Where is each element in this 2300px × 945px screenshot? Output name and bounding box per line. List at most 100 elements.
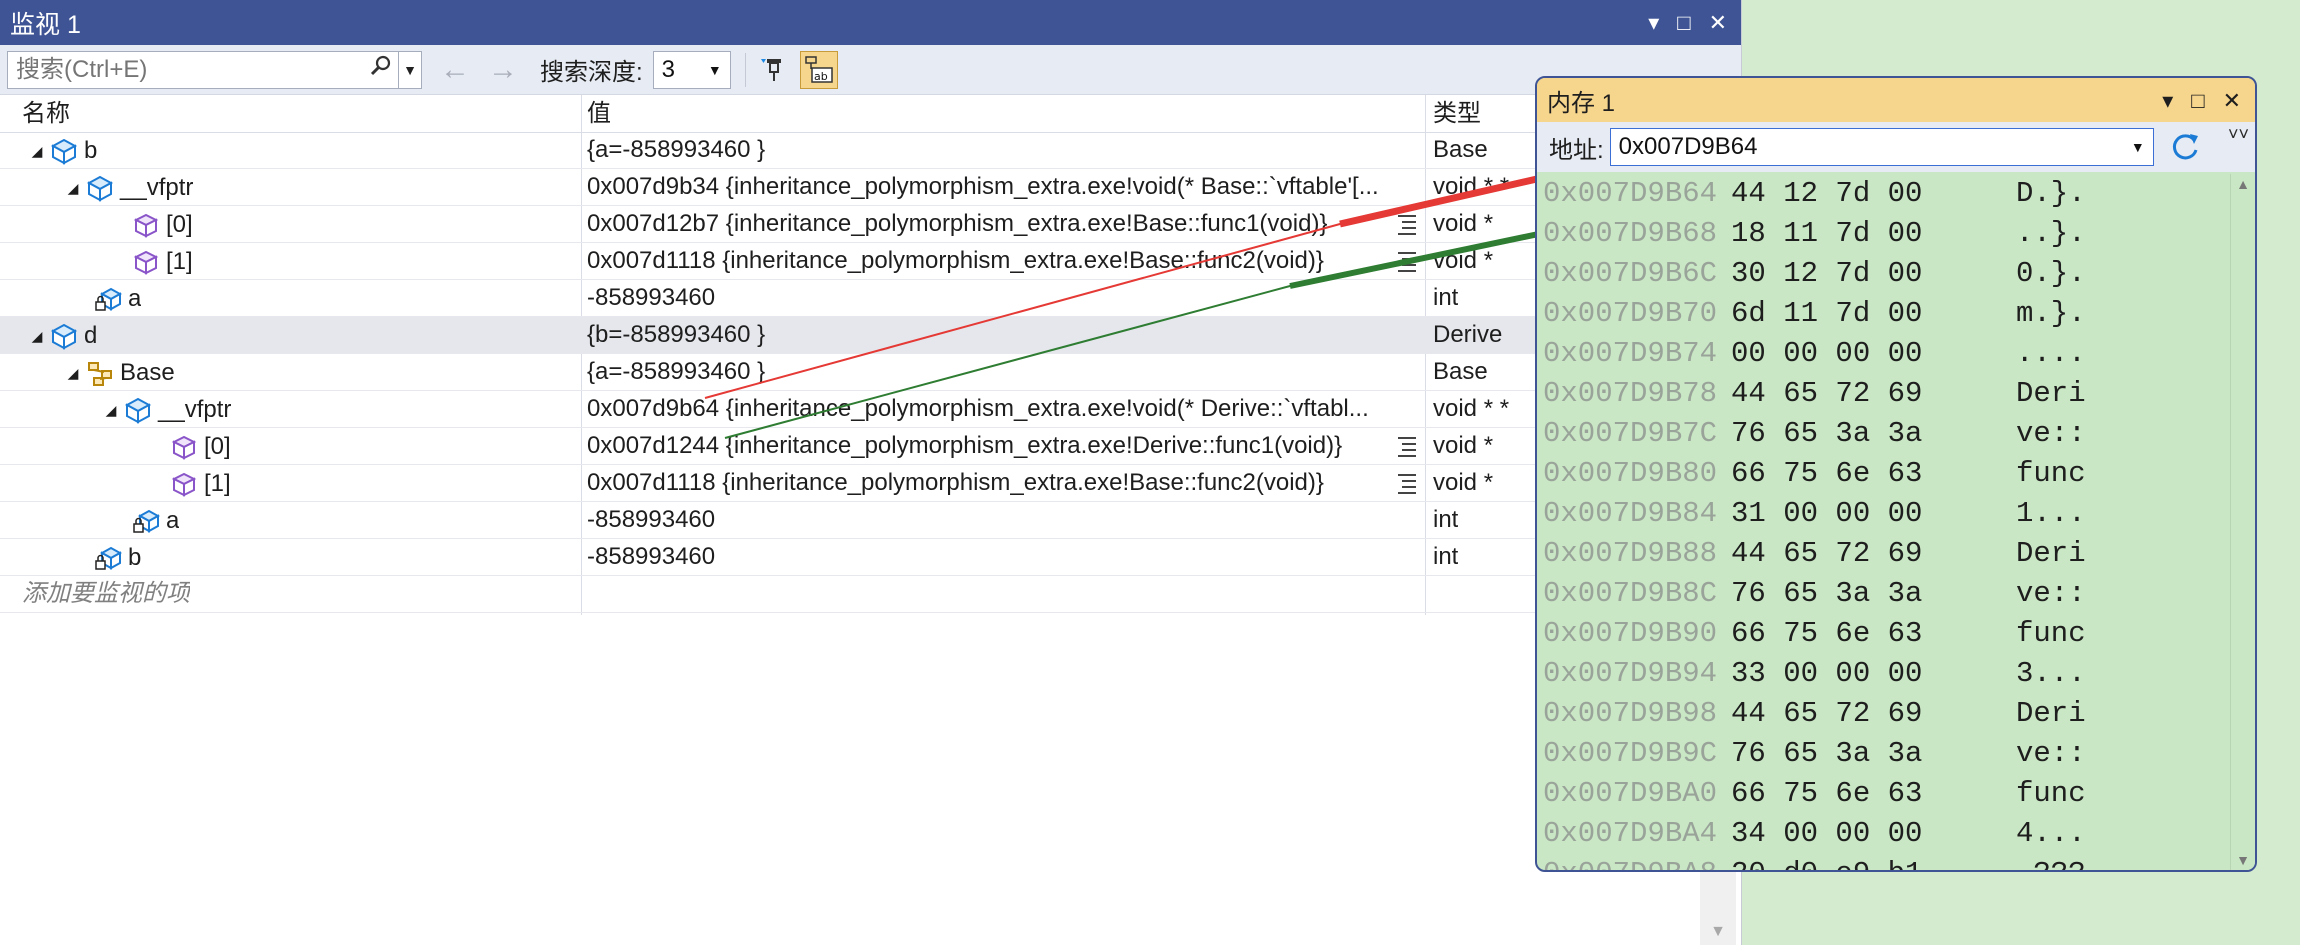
scroll-down-icon[interactable]: ▼ [2231, 852, 2255, 868]
table-row[interactable]: ◢ __vfptr 0x007d9b64 {inheritance_polymo… [0, 391, 1741, 428]
memory-hex-bytes[interactable]: 44 65 72 69 [1731, 374, 2016, 414]
memory-ascii: 3... [2016, 657, 2086, 690]
table-row[interactable]: ◢ b {a=-858993460 } Base [0, 132, 1741, 169]
row-value: -858993460 [587, 543, 716, 570]
table-row[interactable]: ◢ Base {a=-858993460 } Base [0, 354, 1741, 391]
column-header-name[interactable]: 名称 [22, 95, 70, 132]
memory-row[interactable]: 0x007D9B70 6d 11 7d 00 m.}. [1537, 294, 2227, 334]
dropdown-icon[interactable]: ▾ [1648, 11, 1659, 34]
element-icon [133, 250, 159, 275]
memory-row[interactable]: 0x007D9B8C 76 65 3a 3a ve:: [1537, 574, 2227, 614]
expanded-triangle-icon[interactable]: ◢ [66, 170, 80, 206]
depth-select[interactable]: 3 ▼ [652, 50, 731, 89]
memory-hex-bytes[interactable]: 66 75 6e 63 [1731, 614, 2016, 654]
memory-hex-bytes[interactable]: 18 11 7d 00 [1731, 214, 2016, 254]
back-arrow-icon[interactable]: ← [440, 53, 470, 87]
column-header-type[interactable]: 类型 [1433, 95, 1481, 132]
memory-row[interactable]: 0x007D9B74 00 00 00 00.... [1537, 334, 2227, 374]
memory-row[interactable]: 0x007D9B98 44 65 72 69 Deri [1537, 694, 2227, 734]
memory-row[interactable]: 0x007D9B78 44 65 72 69 Deri [1537, 374, 2227, 414]
memory-hex-bytes[interactable]: 76 65 3a 3a [1731, 574, 2016, 614]
search-icon[interactable] [364, 54, 398, 85]
memory-row[interactable]: 0x007D9BA4 34 00 00 00 4... [1537, 814, 2227, 854]
pin-button[interactable] [754, 51, 792, 89]
search-dropdown-icon[interactable]: ▼ [398, 51, 421, 88]
memory-hex-bytes[interactable]: 00 00 00 00 [1731, 334, 2016, 374]
memory-hex-bytes[interactable]: 66 75 6e 63 [1731, 774, 2016, 814]
table-row[interactable]: [1] 0x007d1118 {inheritance_polymorphism… [0, 243, 1741, 280]
table-row[interactable]: [0] 0x007d12b7 {inheritance_polymorphism… [0, 206, 1741, 243]
memory-titlebar[interactable]: 内存 1 ▾ □ ✕ [1537, 78, 2255, 122]
memory-row[interactable]: 0x007D9BA820 d0 e9 b1 ??? [1537, 854, 2227, 870]
table-row[interactable]: ◢ d {b=-858993460 } Derive [0, 317, 1741, 354]
memory-hex-bytes[interactable]: 66 75 6e 63 [1731, 454, 2016, 494]
memory-row[interactable]: 0x007D9B9C 76 65 3a 3a ve:: [1537, 734, 2227, 774]
table-row[interactable]: ◢ __vfptr 0x007d9b34 {inheritance_polymo… [0, 169, 1741, 206]
forward-arrow-icon[interactable]: → [488, 53, 518, 87]
memory-hex-bytes[interactable]: 20 d0 e9 b1 [1731, 854, 2016, 870]
memory-row[interactable]: 0x007D9B7C 76 65 3a 3a ve:: [1537, 414, 2227, 454]
memory-hex-bytes[interactable]: 31 00 00 00 [1731, 494, 2016, 534]
memory-address: 0x007D9BA4 [1543, 817, 1718, 850]
refresh-icon[interactable] [2168, 130, 2202, 164]
address-input[interactable]: 0x007D9B64 ▼ [1609, 128, 2154, 166]
scroll-down-icon[interactable]: ▼ [1700, 923, 1736, 941]
table-row[interactable]: b -858993460 int [0, 539, 1741, 576]
search-input[interactable] [8, 51, 364, 88]
visualizer-icon[interactable] [1392, 212, 1418, 236]
memory-hex-bytes[interactable]: 44 65 72 69 [1731, 534, 2016, 574]
chevron-down-icon[interactable]: ▼ [2131, 139, 2145, 155]
maximize-icon[interactable]: □ [1677, 11, 1690, 34]
memory-row[interactable]: 0x007D9B68 18 11 7d 00..}. [1537, 214, 2227, 254]
memory-row[interactable]: 0x007D9B64 44 12 7d 00 D.}. [1537, 174, 2227, 214]
memory-hex-bytes[interactable]: 44 12 7d 00 [1731, 174, 2016, 214]
table-row[interactable]: a -858993460 int [0, 502, 1741, 539]
expanded-triangle-icon[interactable]: ◢ [30, 133, 44, 169]
scroll-up-icon[interactable]: ▲ [2231, 176, 2255, 192]
memory-row[interactable]: 0x007D9B6C 30 12 7d 00 0.}. [1537, 254, 2227, 294]
maximize-icon[interactable]: □ [2191, 89, 2204, 112]
memory-scrollbar[interactable]: ▲ ▼ [2230, 174, 2255, 870]
memory-row[interactable]: 0x007D9B90 66 75 6e 63 func [1537, 614, 2227, 654]
close-icon[interactable]: ✕ [2223, 89, 2241, 112]
expanded-triangle-icon[interactable]: ◢ [104, 392, 118, 428]
add-watch-placeholder[interactable]: 添加要监视的项 [22, 576, 190, 613]
memory-hex-bytes[interactable]: 44 65 72 69 [1731, 694, 2016, 734]
chevron-down-icon: ▼ [707, 61, 722, 78]
memory-row[interactable]: 0x007D9B88 44 65 72 69 Deri [1537, 534, 2227, 574]
memory-hex-bytes[interactable]: 76 65 3a 3a [1731, 734, 2016, 774]
table-row[interactable]: [0] 0x007d1244 {inheritance_polymorphism… [0, 428, 1741, 465]
column-header-value[interactable]: 值 [587, 95, 611, 132]
search-box: ▼ [7, 50, 422, 89]
hex-display-button[interactable]: ab [799, 50, 838, 89]
toolbar-divider [744, 52, 746, 87]
dropdown-icon[interactable]: ▾ [2162, 89, 2173, 112]
memory-hex-bytes[interactable]: 33 00 00 00 [1731, 654, 2016, 694]
close-icon[interactable]: ✕ [1709, 11, 1727, 34]
memory-hex-bytes[interactable]: 76 65 3a 3a [1731, 414, 2016, 454]
visualizer-icon[interactable] [1392, 434, 1418, 458]
memory-ascii: m.}. [2016, 297, 2086, 330]
watch-title: 监视 1 [10, 10, 81, 39]
row-name: b [84, 136, 98, 164]
visualizer-icon[interactable] [1392, 471, 1418, 495]
overflow-icon[interactable]: ˅˅ [2228, 124, 2249, 145]
watch-titlebar[interactable]: 监视 1 ▾ □ ✕ [0, 0, 1741, 45]
element-icon [171, 435, 197, 460]
memory-row[interactable]: 0x007D9BA0 66 75 6e 63 func [1537, 774, 2227, 814]
visualizer-icon[interactable] [1392, 249, 1418, 273]
memory-row[interactable]: 0x007D9B80 66 75 6e 63 func [1537, 454, 2227, 494]
memory-hex-bytes[interactable]: 34 00 00 00 [1731, 814, 2016, 854]
memory-hex-bytes[interactable]: 6d 11 7d 00 [1731, 294, 2016, 334]
memory-content[interactable]: 0x007D9B64 44 12 7d 00 D.}. 0x007D9B68 18 11… [1537, 174, 2227, 870]
row-type: void * [1433, 247, 1494, 274]
add-watch-row[interactable]: 添加要监视的项 [0, 576, 1741, 613]
table-row[interactable]: [1] 0x007d1118 {inheritance_polymorphism… [0, 465, 1741, 502]
memory-row[interactable]: 0x007D9B84 31 00 00 00 1... [1537, 494, 2227, 534]
memory-row[interactable]: 0x007D9B94 33 00 00 00 3... [1537, 654, 2227, 694]
memory-address: 0x007D9B88 [1543, 537, 1718, 570]
table-row[interactable]: a -858993460 int [0, 280, 1741, 317]
expanded-triangle-icon[interactable]: ◢ [66, 355, 80, 391]
expanded-triangle-icon[interactable]: ◢ [30, 318, 44, 354]
memory-hex-bytes[interactable]: 30 12 7d 00 [1731, 254, 2016, 294]
